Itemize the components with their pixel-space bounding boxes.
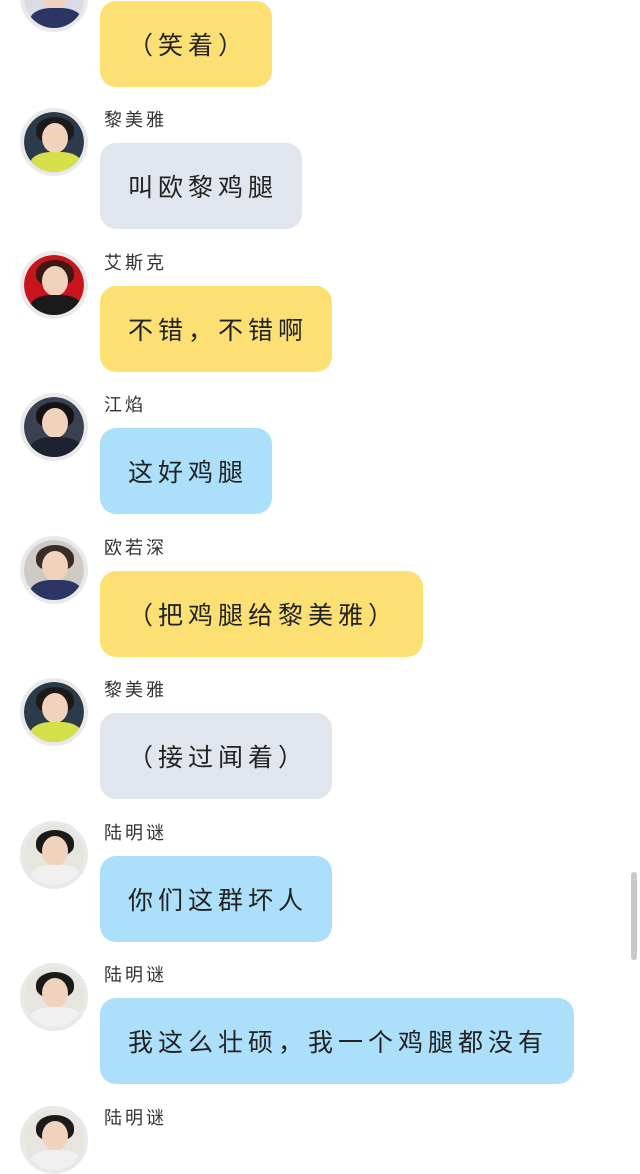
scrollbar[interactable] xyxy=(631,872,637,960)
sender-name: 陆明谜 xyxy=(104,823,167,844)
sender-name: 艾斯克 xyxy=(104,253,167,274)
message-bubble[interactable]: 我这么壮硕，我一个鸡腿都没有 xyxy=(100,998,574,1084)
message-text: （把鸡腿给黎美雅） xyxy=(128,601,399,630)
avatar[interactable] xyxy=(20,821,88,889)
avatar[interactable] xyxy=(20,963,88,1031)
message-bubble[interactable]: （把鸡腿给黎美雅） xyxy=(100,571,423,657)
message-text: 你们这群坏人 xyxy=(128,886,309,915)
avatar[interactable] xyxy=(20,678,88,746)
message-bubble[interactable]: （接过闻着） xyxy=(100,713,332,799)
message-text: （笑着） xyxy=(128,31,249,60)
avatar[interactable] xyxy=(20,251,88,319)
message-bubble[interactable]: 你们这群坏人 xyxy=(100,856,332,942)
avatar[interactable] xyxy=(20,108,88,176)
message-bubble[interactable]: （笑着） xyxy=(100,1,272,87)
sender-name: 黎美雅 xyxy=(104,110,167,131)
avatar[interactable] xyxy=(20,393,88,461)
sender-name: 江焰 xyxy=(104,395,146,416)
message-text: （接过闻着） xyxy=(128,743,309,772)
sender-name: 陆明谜 xyxy=(104,965,167,986)
message-text: 不错，不错啊 xyxy=(128,316,309,345)
message-bubble[interactable]: 叫欧黎鸡腿 xyxy=(100,143,302,229)
avatar[interactable] xyxy=(20,1106,88,1174)
message-text: 我这么壮硕，我一个鸡腿都没有 xyxy=(128,1028,549,1057)
avatar[interactable] xyxy=(20,536,88,604)
avatar[interactable] xyxy=(20,0,88,32)
sender-name: 黎美雅 xyxy=(104,680,167,701)
message-text: 这好鸡腿 xyxy=(128,458,249,487)
message-text: 叫欧黎鸡腿 xyxy=(128,173,279,202)
message-bubble[interactable]: 不错，不错啊 xyxy=(100,286,332,372)
sender-name: 欧若深 xyxy=(104,538,167,559)
message-bubble[interactable]: 这好鸡腿 xyxy=(100,428,272,514)
sender-name: 陆明谜 xyxy=(104,1108,167,1129)
